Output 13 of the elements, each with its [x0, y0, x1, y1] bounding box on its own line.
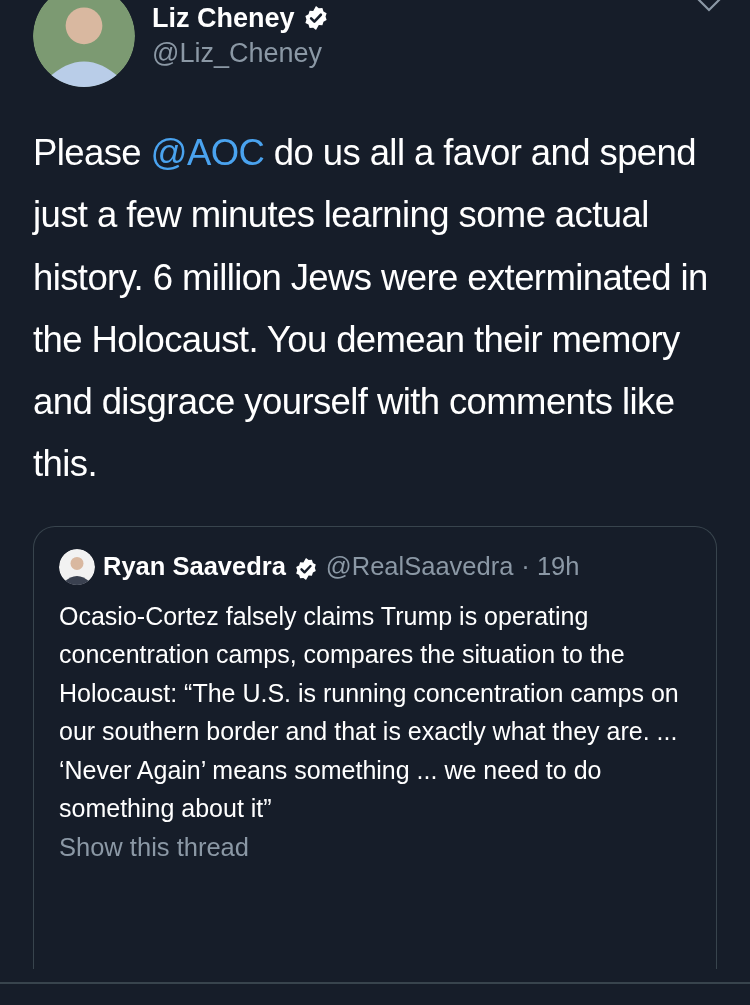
author-name[interactable]: Liz Cheney [152, 1, 295, 35]
quoted-author-name: Ryan Saavedra [103, 552, 286, 582]
quoted-tweet-time: · 19h [521, 552, 580, 582]
avatar-icon [33, 0, 135, 87]
author-handle[interactable]: @Liz_Cheney [152, 35, 329, 71]
tweet-text: Please @AOC do us all a favor and spend just a few minutes learning some actual history. 6 million Jews were exterminated in the Holocaust. You demean their memory and disgrace yourself with comments like this. [33, 131, 709, 487]
show-thread-link[interactable]: Show this thread [59, 832, 249, 862]
quoted-tweet-text: Ocasio-Cortez falsely claims Trump is operating concentration camps, compares the situation to the Holocaust: “The U.S. is running concentration camps on our southern border and that is exactly what they are. ... ‘Never Again’ means something ... we need to do something about it” [59, 600, 680, 825]
quoted-tweet-card[interactable] [33, 525, 717, 969]
avatar-icon [59, 548, 95, 585]
quoted-author-handle: @RealSaavedra [325, 552, 514, 582]
chevron-down-icon[interactable] [696, 0, 722, 13]
mention-link[interactable]: @AOC [150, 132, 265, 173]
